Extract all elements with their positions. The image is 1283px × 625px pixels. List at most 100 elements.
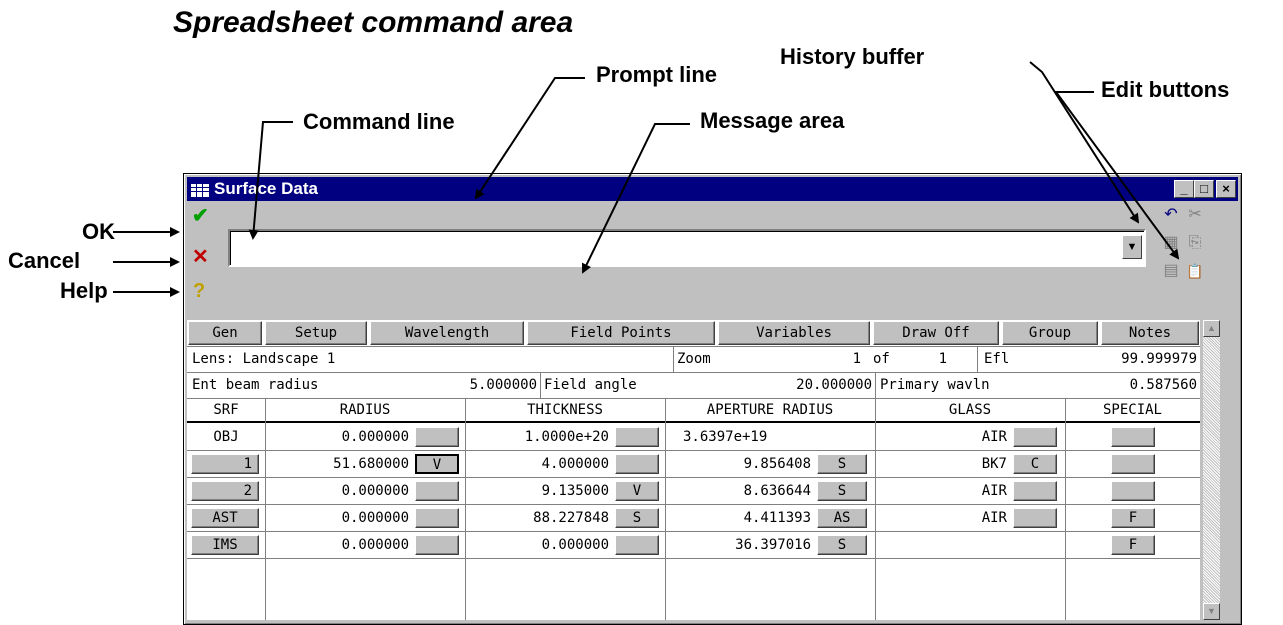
special-button[interactable]	[1111, 454, 1155, 474]
vertical-scrollbar[interactable]: ▲ ▼	[1203, 320, 1220, 620]
thickness-solve-button[interactable]	[615, 535, 659, 555]
aperture-value[interactable]: 9.856408	[669, 454, 811, 474]
glass-value[interactable]: AIR	[887, 481, 1007, 501]
efl-label: Efl	[984, 351, 1010, 367]
ent-beam-label: Ent beam radius	[192, 377, 319, 393]
glass-option-button[interactable]	[1013, 427, 1057, 447]
command-line-input[interactable]	[228, 229, 1146, 267]
srf-button-1[interactable]: 1	[191, 454, 259, 474]
tab-gen[interactable]: Gen	[188, 321, 262, 345]
special-button[interactable]	[1111, 427, 1155, 447]
surface-data-window: Surface Data _ □ × ✔ ✕ ? ▼ ↶ ✂ ▦ ⎘ ▤ 📋 G…	[183, 173, 1242, 625]
zoom-value: 1	[852, 351, 861, 367]
glass-option-button[interactable]: C	[1013, 454, 1057, 474]
thickness-solve-button[interactable]: S	[615, 508, 659, 528]
col-header-radius: RADIUS	[339, 402, 391, 418]
ent-beam-value: 5.000000	[469, 377, 537, 393]
minimize-button[interactable]: _	[1174, 180, 1194, 198]
aperture-solve-button[interactable]: S	[817, 535, 867, 555]
tab-notes[interactable]: Notes	[1101, 321, 1199, 345]
glass-value[interactable]: AIR	[887, 427, 1007, 447]
col-header-glass: GLASS	[948, 402, 992, 418]
radius-value[interactable]: 51.680000	[269, 454, 409, 474]
title-bar[interactable]: Surface Data _ □ ×	[187, 177, 1238, 201]
spreadsheet-icon	[191, 181, 209, 197]
help-annotation: Help	[60, 278, 108, 303]
zoom-label: Zoom	[677, 351, 711, 367]
srf-button-2[interactable]: 2	[191, 481, 259, 501]
tab-group[interactable]: Group	[1002, 321, 1098, 345]
srf-obj: OBJ	[213, 429, 239, 445]
zoom-total: 1	[938, 351, 947, 367]
thickness-value[interactable]: 88.227848	[469, 508, 609, 528]
radius-value[interactable]: 0.000000	[269, 535, 409, 555]
radius-solve-button[interactable]	[415, 427, 459, 447]
thickness-value[interactable]: 1.0000e+20	[469, 427, 609, 447]
scroll-up-arrow-icon[interactable]: ▲	[1203, 320, 1220, 337]
tab-setup[interactable]: Setup	[265, 321, 367, 345]
close-button[interactable]: ×	[1216, 180, 1236, 198]
diagram-title: Spreadsheet command area	[173, 6, 574, 39]
scroll-down-arrow-icon[interactable]: ▼	[1203, 603, 1220, 620]
thickness-solve-button[interactable]	[615, 454, 659, 474]
radius-solve-button[interactable]	[415, 508, 459, 528]
special-button[interactable]: F	[1111, 535, 1155, 555]
aperture-value[interactable]: 8.636644	[669, 481, 811, 501]
spreadsheet: Gen Setup Wavelength Field Points Variab…	[187, 320, 1200, 620]
primary-wavln-label: Primary wavln	[880, 377, 990, 393]
cut-icon[interactable]: ✂	[1184, 204, 1206, 226]
radius-solve-button[interactable]	[415, 481, 459, 501]
radius-value[interactable]: 0.000000	[269, 508, 409, 528]
zoom-of: of	[873, 351, 890, 367]
thickness-solve-button[interactable]	[615, 427, 659, 447]
aperture-solve-button[interactable]: S	[817, 481, 867, 501]
special-button[interactable]	[1111, 481, 1155, 501]
col-header-srf: SRF	[213, 402, 239, 418]
efl-value: 99.999979	[1121, 351, 1197, 367]
ok-check-icon[interactable]: ✔	[192, 206, 209, 226]
tab-field-points[interactable]: Field Points	[527, 321, 715, 345]
radius-solve-button[interactable]: V	[415, 454, 459, 474]
tab-variables[interactable]: Variables	[718, 321, 870, 345]
srf-button-ims[interactable]: IMS	[191, 535, 259, 555]
help-question-icon[interactable]: ?	[193, 281, 205, 301]
lens-name: Lens: Landscape 1	[192, 351, 336, 367]
aperture-solve-button[interactable]: AS	[817, 508, 867, 528]
srf-button-ast[interactable]: AST	[191, 508, 259, 528]
aperture-value[interactable]: 3.6397e+19	[683, 427, 767, 447]
col-header-aperture: APERTURE RADIUS	[706, 402, 834, 418]
cancel-annotation: Cancel	[8, 248, 81, 273]
aperture-value[interactable]: 4.411393	[669, 508, 811, 528]
primary-wavln-value: 0.587560	[1129, 377, 1197, 393]
glass-value[interactable]: AIR	[887, 508, 1007, 528]
cancel-x-icon[interactable]: ✕	[192, 247, 209, 267]
glass-option-button[interactable]	[1013, 481, 1057, 501]
glass-option-button[interactable]	[1013, 508, 1057, 528]
radius-value[interactable]: 0.000000	[269, 427, 409, 447]
copy-icon[interactable]: ⎘	[1184, 232, 1206, 254]
special-button[interactable]: F	[1111, 508, 1155, 528]
radius-solve-button[interactable]	[415, 535, 459, 555]
history-icon[interactable]: ↶	[1160, 204, 1182, 226]
thickness-value[interactable]: 4.000000	[469, 454, 609, 474]
aperture-value[interactable]: 36.397016	[669, 535, 811, 555]
thickness-value[interactable]: 0.000000	[469, 535, 609, 555]
field-angle-value: 20.000000	[796, 377, 872, 393]
tab-wavelength[interactable]: Wavelength	[370, 321, 524, 345]
edit-buttons-annotation: Edit buttons	[1101, 77, 1230, 102]
radius-value[interactable]: 0.000000	[269, 481, 409, 501]
grid-icon[interactable]: ▦	[1160, 232, 1182, 254]
thickness-solve-button[interactable]: V	[615, 481, 659, 501]
thickness-value[interactable]: 9.135000	[469, 481, 609, 501]
col-header-special: SPECIAL	[1102, 402, 1162, 418]
message-area-annotation: Message area	[700, 108, 845, 133]
history-buffer-dropdown[interactable]: ▼	[1122, 235, 1142, 259]
tab-draw-off[interactable]: Draw Off	[873, 321, 999, 345]
maximize-button[interactable]: □	[1194, 180, 1214, 198]
aperture-solve-button[interactable]: S	[817, 454, 867, 474]
prompt-line-annotation: Prompt line	[596, 62, 718, 87]
glass-value[interactable]: BK7	[887, 454, 1007, 474]
grid2-icon[interactable]: ▤	[1160, 260, 1182, 282]
command-line-annotation: Command line	[303, 109, 455, 134]
paste-icon[interactable]: 📋	[1184, 260, 1206, 282]
